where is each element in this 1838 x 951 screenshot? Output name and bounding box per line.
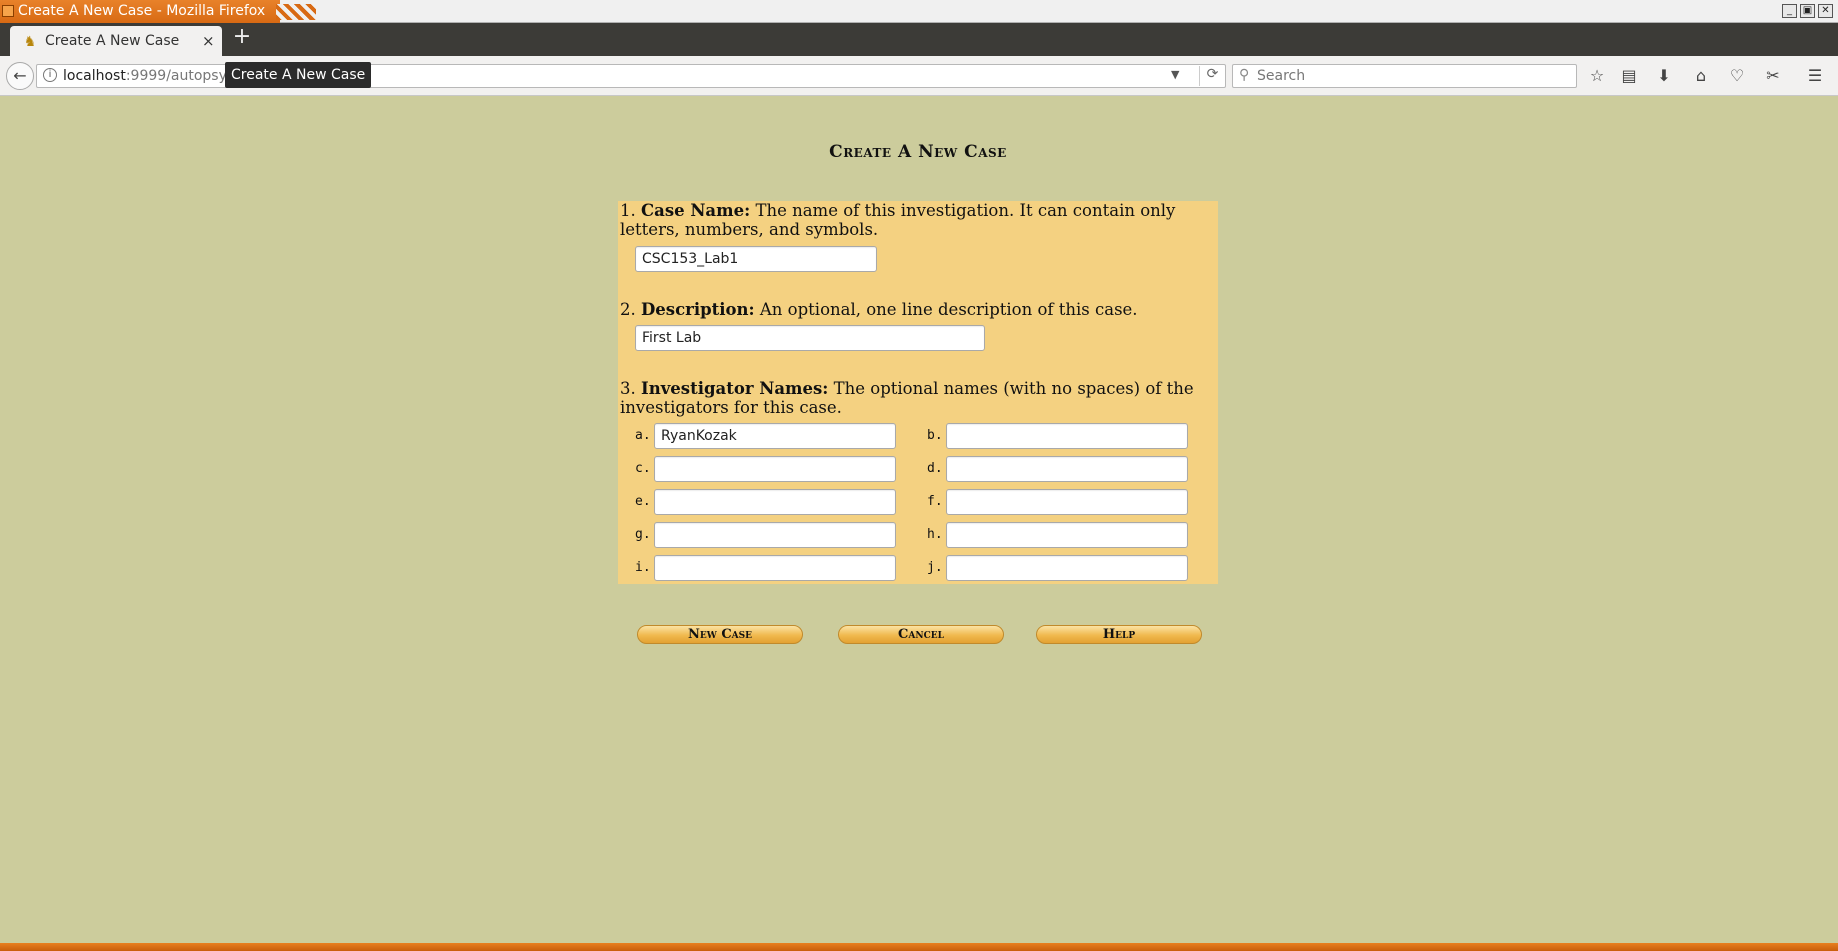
investigator-field-j[interactable] xyxy=(946,555,1188,581)
q3-label: Investigator Names: xyxy=(641,379,829,398)
new-tab-button[interactable]: + xyxy=(232,26,252,48)
investigator-field-f[interactable] xyxy=(946,489,1188,515)
home-icon[interactable]: ⌂ xyxy=(1690,66,1712,86)
investigator-label-g: g. xyxy=(635,527,651,542)
investigator-label-f: f. xyxy=(927,494,943,509)
cancel-button[interactable]: Cancel xyxy=(838,625,1004,644)
window-app-icon xyxy=(2,5,14,17)
investigator-label-j: j. xyxy=(927,560,943,575)
title-block: Create A New Case - Mozilla Firefox xyxy=(0,0,280,23)
window-titlebar: Create A New Case - Mozilla Firefox _ ▣ … xyxy=(0,0,1838,23)
investigator-field-e[interactable] xyxy=(654,489,896,515)
investigator-field-g[interactable] xyxy=(654,522,896,548)
investigator-field-a[interactable]: RyanKozak xyxy=(654,423,896,449)
case-name-field[interactable]: CSC153_Lab1 xyxy=(635,246,877,272)
q3-number: 3. xyxy=(620,379,636,398)
search-placeholder: Search xyxy=(1257,68,1306,84)
investigator-label-b: b. xyxy=(927,428,943,443)
pocket-icon[interactable]: ♡ xyxy=(1726,66,1748,86)
back-button[interactable]: ← xyxy=(6,62,34,90)
tab-label: Create A New Case xyxy=(45,33,180,49)
info-icon[interactable]: i xyxy=(43,68,57,82)
search-icon: ⚲ xyxy=(1239,67,1250,83)
download-icon[interactable]: ⬇ xyxy=(1653,66,1675,86)
q2-text: An optional, one line description of thi… xyxy=(759,300,1138,319)
search-input[interactable]: ⚲ Search xyxy=(1232,64,1577,88)
investigator-label-i: i. xyxy=(635,560,651,575)
help-button[interactable]: Help xyxy=(1036,625,1202,644)
title-decoration xyxy=(276,4,316,20)
investigator-field-b[interactable] xyxy=(946,423,1188,449)
star-icon[interactable]: ☆ xyxy=(1586,66,1608,86)
investigator-label-d: d. xyxy=(927,461,943,476)
window-title: Create A New Case - Mozilla Firefox xyxy=(18,3,266,19)
q2-label: Description: xyxy=(641,300,755,319)
investigator-field-d[interactable] xyxy=(946,456,1188,482)
investigator-field-c[interactable] xyxy=(654,456,896,482)
taskbar-strip xyxy=(0,943,1838,951)
menu-icon[interactable]: ☰ xyxy=(1804,66,1826,86)
description-question: 2. Description: An optional, one line de… xyxy=(620,300,1216,319)
investigator-label-c: c. xyxy=(635,461,651,476)
minimize-button[interactable]: _ xyxy=(1782,4,1797,18)
tooltip: Create A New Case xyxy=(225,62,372,88)
navigation-bar: ← i localhost:9999/autopsy Create A New … xyxy=(0,56,1838,96)
url-bar[interactable]: i localhost:9999/autopsy Create A New Ca… xyxy=(36,62,1226,88)
reading-list-icon[interactable]: ▤ xyxy=(1618,66,1640,86)
q1-number: 1. xyxy=(620,201,636,220)
q2-number: 2. xyxy=(620,300,636,319)
tab-close-icon[interactable]: × xyxy=(202,32,215,50)
new-case-button[interactable]: New Case xyxy=(637,625,803,644)
case-name-question: 1. Case Name: The name of this investiga… xyxy=(620,201,1216,239)
autopsy-favicon-icon: ♞ xyxy=(23,34,37,50)
investigator-label-a: a. xyxy=(635,428,651,443)
investigator-question: 3. Investigator Names: The optional name… xyxy=(620,379,1216,417)
reload-icon[interactable]: ⟳ xyxy=(1199,66,1225,86)
new-case-form: 1. Case Name: The name of this investiga… xyxy=(618,201,1218,584)
investigator-label-e: e. xyxy=(635,494,651,509)
close-window-button[interactable]: ✕ xyxy=(1818,4,1833,18)
tab-strip: ♞ Create A New Case × xyxy=(0,23,1838,56)
extension-icon[interactable]: ✂ xyxy=(1762,66,1784,86)
description-field[interactable]: First Lab xyxy=(635,325,985,351)
url-dropdown-icon[interactable]: ▼ xyxy=(1171,68,1179,81)
investigator-field-h[interactable] xyxy=(946,522,1188,548)
url-path: :9999/autopsy xyxy=(125,68,227,84)
investigator-label-h: h. xyxy=(927,527,943,542)
investigator-field-i[interactable] xyxy=(654,555,896,581)
q1-label: Case Name: xyxy=(641,201,751,220)
maximize-button[interactable]: ▣ xyxy=(1800,4,1815,18)
page-title: Create A New Case xyxy=(829,142,1007,162)
url-host: localhost xyxy=(63,68,126,84)
tab-create-new-case[interactable]: ♞ Create A New Case × xyxy=(10,26,222,56)
url-text[interactable]: localhost:9999/autopsy xyxy=(63,68,227,84)
